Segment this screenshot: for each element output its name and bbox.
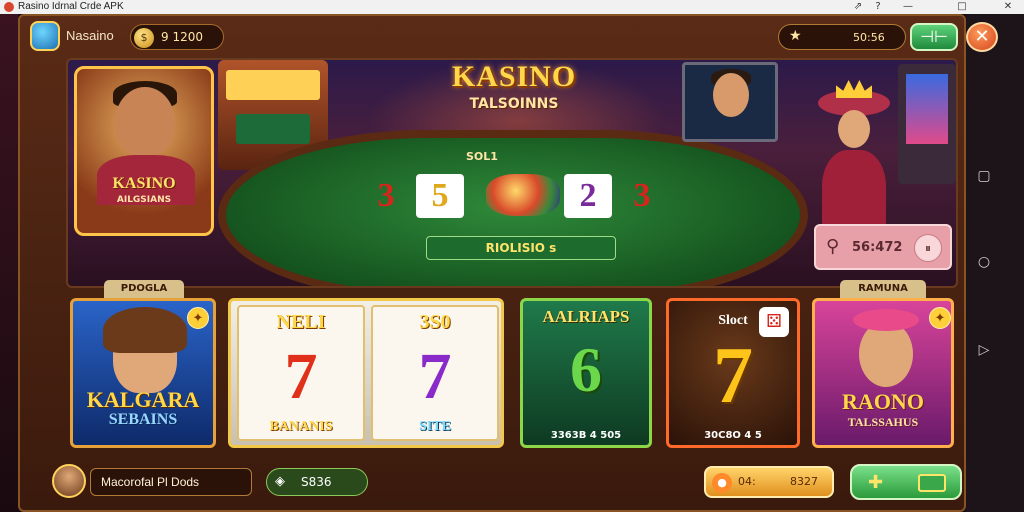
window-close-button[interactable]: ✕ [1000,0,1016,14]
hero-banner[interactable]: SOL1 3 5 2 3 RIOLISIO s KASINO AILGSIANS… [66,58,958,288]
pin-icon: ● [712,473,732,493]
star-balance[interactable]: ★ 50:56 [778,24,906,50]
slot-screen-top [226,70,320,100]
help-icon[interactable]: ? [870,0,886,14]
reel-header-left: NELI [276,311,326,333]
slot-reel-left: NELI 7 BANANIS [237,305,365,441]
star-balance-value: 50:56 [853,31,885,44]
featured-game-portrait[interactable]: KASINO AILGSIANS [74,66,214,236]
favorite-icon[interactable]: ✦ [187,307,209,329]
coins-counter[interactable]: ◈ S836 [266,468,368,496]
arcade-machine-decor [898,64,956,184]
top-bar: Nasaino $ 9 1200 ★ 50:56 ⊣⊢ ✕ [20,16,998,56]
left-rail [0,14,18,512]
card-table: SOL1 3 5 2 3 RIOLISIO s [218,130,808,286]
slot-reel-right: 3S0 7 SITE [371,305,499,441]
card-five: 5 [416,174,464,218]
tile-character-hair [103,307,187,353]
game-tile-kalgara[interactable]: KALGARA SEBAINS ✦ [70,298,216,448]
share-icon[interactable]: ⇗ [850,0,866,14]
coin-balance[interactable]: $ 9 1200 [130,24,224,50]
chip-pile-icon [486,174,560,216]
back-nav-icon[interactable]: ▷ [976,342,992,358]
coin-stack-icon: ◈ [275,474,285,489]
hero-title: KASINO [451,60,577,93]
reel-footer-left: BANANIS [269,419,333,434]
coin-balance-value: 9 1200 [161,30,203,44]
arcade-screen [906,74,948,144]
game-tile-sloct[interactable]: Sloct ⚄ 7 30C8O 4 5 [666,298,800,448]
queen-character [812,80,896,240]
sofa-icon [918,474,946,492]
android-nav-bar [966,14,1024,512]
favorite-icon[interactable]: ✦ [929,307,951,329]
gold-counter-label: 04: [738,475,756,488]
flower-crown-icon [853,309,919,331]
star-icon: ★ [789,28,802,44]
gold-counter[interactable]: ● 04: 8327 [704,466,834,498]
hero-subtitle: TALSOINNS [469,96,559,112]
tile-tab-pdogla[interactable]: PDOGLA [104,280,184,298]
slot-screen-bottom [236,114,310,144]
reel-header-right: 3S0 [419,311,451,333]
big-number: 7 [713,332,753,420]
jackpot-action-button[interactable]: ⏸ [914,234,942,262]
table-banner: RIOLISIO s [426,236,616,260]
game-tile-slots[interactable]: NELI 7 BANANIS 3S0 7 SITE [228,298,504,448]
portrait-title: KASINO [112,175,176,192]
queen-face [838,110,870,148]
jackpot-panel[interactable]: ⚲ 56:472 ⏸ [814,224,952,270]
avatar[interactable] [52,464,86,498]
table-label: SOL1 [466,150,498,163]
portrait-subtitle: AILGSIANS [116,195,172,205]
portrait-face [115,87,175,157]
coin-icon: $ [134,28,154,48]
card-right: 3 [633,177,651,214]
tile-title: KALGARA [86,387,200,412]
tile-title: RAONO [842,389,924,414]
player-name[interactable]: Macorofal Pl Dods [90,468,252,496]
close-game-button[interactable]: ✕ [966,22,998,52]
coins-counter-value: S836 [301,475,332,489]
seven-symbol: 7 [418,340,452,413]
brand-name: Nasaino [66,28,114,43]
play-button[interactable]: ✚ [850,464,962,500]
tile-footer: 3363B 4 505 [550,430,622,441]
puzzle-icon: ✚ [868,472,884,493]
game-logo-icon[interactable] [30,21,60,51]
jackpot-value: 56:472 [852,240,903,255]
app-icon [4,2,14,12]
window-title: Rasino Idrnal Crde APK [18,1,124,12]
crown-icon [836,80,872,98]
seven-symbol: 7 [284,340,318,413]
dealer-face [713,73,749,117]
big-number: 6 [570,334,602,405]
tile-subtitle: SEBAINS [108,411,178,428]
home-nav-icon[interactable]: ○ [976,254,992,270]
tile-tab-ramuna[interactable]: RAMUNA [840,280,926,298]
maximize-button[interactable]: □ [954,0,970,14]
card-left: 3 [377,177,395,214]
minimize-button[interactable]: — [900,0,916,14]
recents-nav-icon[interactable]: ▢ [976,168,992,184]
window-titlebar: Rasino Idrnal Crde APK ⇗ ? — □ ✕ [0,0,1024,14]
menu-button[interactable]: ⊣⊢ [910,23,958,51]
gold-counter-value: 8327 [790,475,818,488]
bottom-bar: Macorofal Pl Dods ◈ S836 ● 04: 8327 ✚ [20,460,964,506]
tile-subtitle: TALSSAHUS [847,415,919,429]
game-tile-raono[interactable]: RAONO TALSSAHUS ✦ [812,298,954,448]
card-two: 2 [564,174,612,218]
location-pin-icon: ⚲ [826,236,840,257]
reel-footer-right: SITE [419,419,451,434]
tile-title: AALRIAPS [542,307,630,326]
game-tile-aalriaps[interactable]: AALRIAPS 6 3363B 4 505 [520,298,652,448]
tile-footer: 30C8O 4 5 [704,430,762,441]
dealer-monitor [682,62,778,142]
